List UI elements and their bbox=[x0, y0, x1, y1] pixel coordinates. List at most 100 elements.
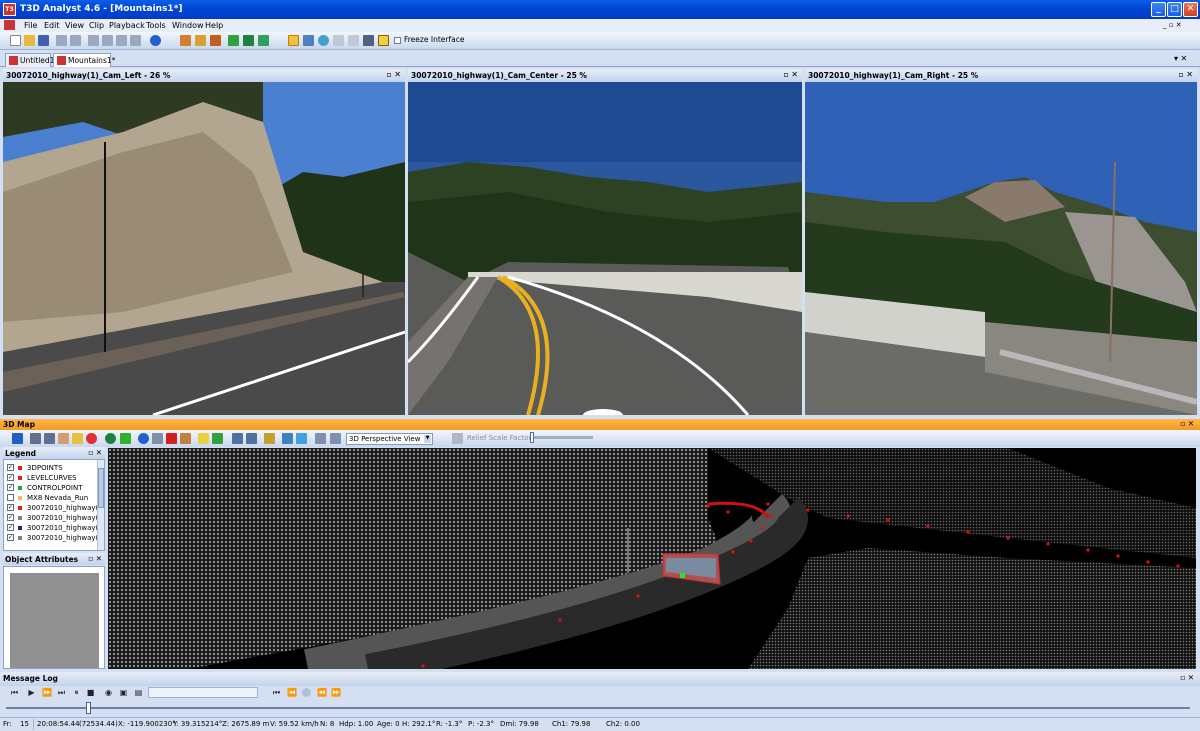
export-icon[interactable] bbox=[210, 35, 221, 46]
document-icon[interactable] bbox=[4, 20, 15, 30]
legend-item[interactable]: ✓ 30072010_highway(1 bbox=[7, 523, 103, 532]
tabs-controls[interactable]: ▾ ✕ bbox=[1174, 54, 1187, 63]
legend-item[interactable]: ✓ 30072010_highway(1 bbox=[7, 533, 103, 542]
back-arrow-icon[interactable] bbox=[120, 433, 131, 444]
timeline-track[interactable] bbox=[6, 707, 1190, 709]
cut-icon[interactable] bbox=[88, 35, 99, 46]
play-fast-icon[interactable]: ⏭ bbox=[57, 688, 66, 697]
step-back-icon[interactable]: ⏮ bbox=[272, 688, 281, 697]
menu-edit[interactable]: Edit bbox=[44, 21, 60, 30]
rewind-icon[interactable]: ⏪ bbox=[317, 688, 327, 697]
play-forward-icon[interactable]: ⏩ bbox=[42, 688, 52, 697]
layers-icon[interactable] bbox=[243, 35, 254, 46]
legend-checkbox[interactable]: ✓ bbox=[7, 504, 14, 511]
pane-controls[interactable]: ▫ ✕ bbox=[88, 554, 102, 563]
menu-help[interactable]: Help bbox=[205, 21, 223, 30]
camera-center-image[interactable] bbox=[408, 82, 802, 415]
legend-item[interactable]: ✓ LEVELCURVES bbox=[7, 473, 77, 482]
menu-file[interactable]: File bbox=[24, 21, 37, 30]
play-icon[interactable]: ▶ bbox=[27, 688, 36, 697]
screen-icon[interactable] bbox=[330, 433, 341, 444]
legend-checkbox[interactable]: ✓ bbox=[7, 464, 14, 471]
page-icon[interactable] bbox=[348, 35, 359, 46]
camera-left-image[interactable] bbox=[3, 82, 405, 415]
close-button[interactable]: ✕ bbox=[1183, 2, 1198, 17]
zoom-out-icon[interactable] bbox=[44, 433, 55, 444]
legend-item[interactable]: ✓ 30072010_highway(1 bbox=[7, 503, 103, 512]
tab-mountains1[interactable]: Mountains1* bbox=[53, 53, 115, 67]
freeze-checkbox[interactable] bbox=[394, 36, 401, 44]
globe-icon[interactable] bbox=[318, 35, 329, 46]
camera-right-image[interactable] bbox=[805, 82, 1197, 415]
pane-controls[interactable]: ▫ ✕ bbox=[386, 70, 401, 79]
camera-icon[interactable] bbox=[303, 35, 314, 46]
delete-icon[interactable] bbox=[130, 35, 141, 46]
document-icon[interactable] bbox=[333, 35, 344, 46]
pointer-icon[interactable] bbox=[288, 35, 299, 46]
pane-controls[interactable]: ▫ ✕ bbox=[88, 448, 102, 457]
legend-checkbox[interactable] bbox=[7, 494, 14, 501]
legend-item[interactable]: MX8 Nevada_Run bbox=[7, 493, 88, 502]
measure-icon[interactable] bbox=[152, 433, 163, 444]
cube-icon[interactable] bbox=[232, 433, 243, 444]
navigate-icon[interactable] bbox=[105, 433, 116, 444]
home-icon[interactable] bbox=[12, 433, 23, 444]
folder-icon[interactable] bbox=[195, 35, 206, 46]
folder-icon[interactable] bbox=[264, 433, 275, 444]
legend-checkbox[interactable]: ✓ bbox=[7, 514, 14, 521]
tab-untitled1[interactable]: Untitled1 bbox=[5, 53, 54, 67]
legend-checkbox[interactable]: ✓ bbox=[7, 484, 14, 491]
first-frame-icon[interactable]: ⏮ bbox=[10, 688, 19, 697]
layers-icon[interactable] bbox=[246, 433, 257, 444]
record-icon[interactable]: ◉ bbox=[104, 688, 113, 697]
new-icon[interactable] bbox=[10, 35, 21, 46]
menu-clip[interactable]: Clip bbox=[89, 21, 104, 30]
snapshot-icon[interactable]: ▣ bbox=[119, 688, 128, 697]
menu-view[interactable]: View bbox=[65, 21, 84, 30]
legend-item[interactable]: ✓ CONTROLPOINT bbox=[7, 483, 83, 492]
zoom-extent-icon[interactable] bbox=[72, 433, 83, 444]
sync-icon[interactable] bbox=[302, 688, 311, 697]
minimize-button[interactable]: _ bbox=[1151, 2, 1166, 17]
copy-icon[interactable] bbox=[102, 35, 113, 46]
legend-scrollbar[interactable] bbox=[97, 460, 104, 550]
vehicle-icon[interactable] bbox=[212, 433, 223, 444]
chart-icon[interactable] bbox=[282, 433, 293, 444]
menu-tools[interactable]: Tools bbox=[146, 21, 166, 30]
open-icon[interactable] bbox=[24, 35, 35, 46]
pan-hand-icon[interactable] bbox=[58, 433, 69, 444]
pane-controls[interactable]: ▫ ✕ bbox=[1178, 70, 1193, 79]
pane-controls[interactable]: ▫ ✕ bbox=[1180, 419, 1194, 428]
info-icon[interactable] bbox=[138, 433, 149, 444]
table-icon[interactable] bbox=[258, 35, 269, 46]
monitor-icon[interactable] bbox=[363, 35, 374, 46]
relief-slider-thumb[interactable] bbox=[530, 432, 534, 443]
pause-icon[interactable]: ⏸ bbox=[72, 688, 81, 697]
save-icon[interactable] bbox=[38, 35, 49, 46]
map-3d-viewport[interactable] bbox=[108, 448, 1196, 669]
legend-checkbox[interactable]: ✓ bbox=[7, 474, 14, 481]
grid-icon[interactable] bbox=[228, 35, 239, 46]
delete-x-icon[interactable] bbox=[166, 433, 177, 444]
app-icon[interactable]: T3 bbox=[3, 3, 16, 16]
paste-icon[interactable] bbox=[116, 35, 127, 46]
profile-icon[interactable] bbox=[180, 433, 191, 444]
step-back-fast-icon[interactable]: ⏪ bbox=[287, 688, 297, 697]
menu-playback[interactable]: Playback bbox=[109, 21, 145, 30]
timeline-thumb[interactable] bbox=[86, 702, 91, 714]
mdi-controls[interactable]: _ ▫ ✕ bbox=[1163, 21, 1182, 29]
legend-item[interactable]: ✓ 30072010_highway(1 bbox=[7, 513, 103, 522]
grid-view-icon[interactable] bbox=[315, 433, 326, 444]
stop-icon[interactable]: ■ bbox=[86, 688, 95, 697]
stop-icon[interactable] bbox=[86, 433, 97, 444]
relief-scale-slider[interactable] bbox=[531, 436, 593, 439]
freeze-interface-toggle[interactable]: Freeze Interface bbox=[394, 35, 464, 47]
legend-item[interactable]: ✓ 3DPOINTS bbox=[7, 463, 63, 472]
pencil-icon[interactable] bbox=[378, 35, 389, 46]
draw-line-icon[interactable] bbox=[198, 433, 209, 444]
pane-controls[interactable]: ▫ ✕ bbox=[1180, 673, 1194, 682]
frame-input[interactable] bbox=[148, 687, 258, 698]
redo-icon[interactable] bbox=[70, 35, 81, 46]
zoom-in-icon[interactable] bbox=[30, 433, 41, 444]
help-icon[interactable] bbox=[150, 35, 161, 46]
